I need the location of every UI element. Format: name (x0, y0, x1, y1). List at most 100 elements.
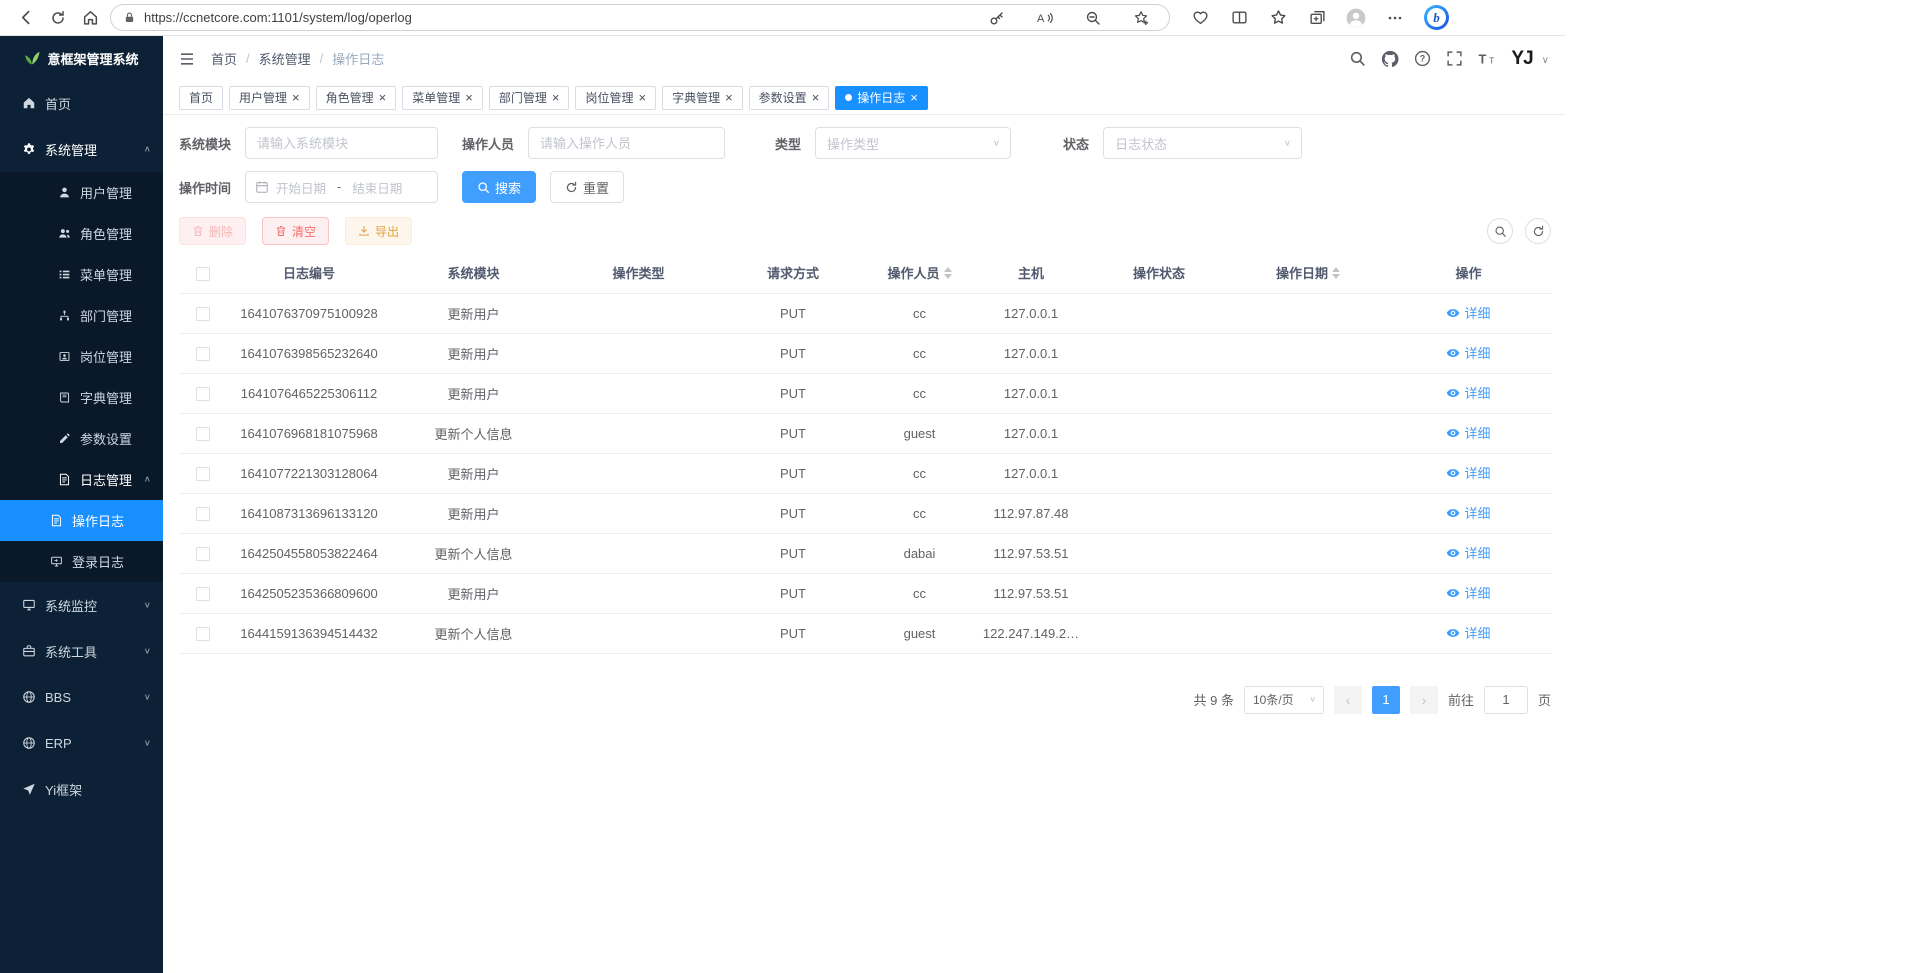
search-button[interactable]: 搜索 (462, 171, 536, 203)
date-range-picker[interactable]: 开始日期 - 结束日期 (245, 171, 438, 203)
collapse-menu-icon[interactable] (179, 51, 195, 67)
detail-link[interactable]: 详细 (1446, 543, 1490, 562)
url-text[interactable]: https://ccnetcore.com:1101/system/log/op… (144, 10, 981, 25)
refresh-icon[interactable] (42, 4, 74, 32)
row-checkbox[interactable] (196, 587, 210, 601)
detail-link[interactable]: 详细 (1446, 303, 1490, 322)
collections-icon[interactable] (1307, 4, 1327, 32)
tab[interactable]: 操作日志 × (835, 86, 928, 110)
detail-link[interactable]: 详细 (1446, 383, 1490, 402)
tab-close-icon[interactable]: × (812, 91, 820, 104)
sidebar-item-operation-log[interactable]: 操作日志 (0, 500, 163, 541)
tab-close-icon[interactable]: × (465, 91, 473, 104)
font-size-icon[interactable]: TT (1478, 50, 1496, 67)
row-checkbox[interactable] (196, 387, 210, 401)
tab[interactable]: 字典管理 × (662, 86, 743, 110)
sidebar-item-dict-mgmt[interactable]: 字典管理 (0, 377, 163, 418)
tab[interactable]: 部门管理 × (489, 86, 570, 110)
module-input[interactable] (257, 136, 426, 151)
help-icon[interactable]: ? (1414, 50, 1431, 67)
export-button[interactable]: 导出 (345, 217, 412, 245)
start-date-placeholder[interactable]: 开始日期 (276, 178, 326, 197)
sidebar-item-post-mgmt[interactable]: 岗位管理 (0, 336, 163, 377)
sidebar-item-log-mgmt[interactable]: 日志管理 ∧ (0, 459, 163, 500)
next-page-button[interactable]: › (1410, 686, 1438, 714)
github-icon[interactable] (1381, 50, 1399, 68)
column-header-operator[interactable]: 操作人员 (865, 253, 974, 293)
row-checkbox[interactable] (196, 307, 210, 321)
detail-link[interactable]: 详细 (1446, 463, 1490, 482)
split-screen-icon[interactable] (1229, 4, 1249, 32)
show-search-toggle-button[interactable] (1487, 218, 1513, 244)
tab[interactable]: 角色管理 × (316, 86, 397, 110)
tab[interactable]: 用户管理 × (229, 86, 310, 110)
sidebar-item-yi-framework[interactable]: Yi框架 (0, 766, 163, 812)
breadcrumb-system-mgmt[interactable]: 系统管理 (259, 49, 311, 68)
reset-button[interactable]: 重置 (550, 171, 624, 203)
back-icon[interactable] (10, 4, 42, 32)
browser-essentials-icon[interactable] (1190, 4, 1210, 32)
profile-avatar[interactable] (1346, 4, 1366, 32)
type-select[interactable]: 操作类型 ∨ (815, 127, 1011, 159)
tab-close-icon[interactable]: × (725, 91, 733, 104)
page-size-select[interactable]: 10条/页 ∨ (1244, 686, 1324, 714)
more-menu-icon[interactable] (1385, 4, 1405, 32)
tab[interactable]: 参数设置 × (749, 86, 830, 110)
bing-copilot-icon[interactable]: b (1424, 5, 1449, 30)
row-checkbox[interactable] (196, 507, 210, 521)
user-avatar[interactable]: YJ (1511, 48, 1532, 70)
select-all-checkbox[interactable] (196, 267, 210, 281)
detail-link[interactable]: 详细 (1446, 623, 1490, 642)
sidebar-item-system-mgmt[interactable]: 系统管理 ∧ (0, 126, 163, 172)
sidebar-item-erp[interactable]: ERP ∨ (0, 720, 163, 766)
row-checkbox[interactable] (196, 627, 210, 641)
home-icon[interactable] (74, 4, 106, 32)
sidebar-item-role-mgmt[interactable]: 角色管理 (0, 213, 163, 254)
sidebar-item-user-mgmt[interactable]: 用户管理 (0, 172, 163, 213)
tab-close-icon[interactable]: × (638, 91, 646, 104)
clear-button[interactable]: 清空 (262, 217, 329, 245)
chevron-down-icon[interactable]: ∨ (1542, 55, 1549, 70)
add-favorite-icon[interactable] (1125, 4, 1157, 32)
breadcrumb-home[interactable]: 首页 (211, 49, 237, 68)
sidebar-item-dept-mgmt[interactable]: 部门管理 (0, 295, 163, 336)
tab-close-icon[interactable]: × (379, 91, 387, 104)
sidebar-item-param-settings[interactable]: 参数设置 (0, 418, 163, 459)
tab[interactable]: 首页 × (179, 86, 223, 110)
row-checkbox[interactable] (196, 427, 210, 441)
detail-link[interactable]: 详细 (1446, 583, 1490, 602)
detail-link[interactable]: 详细 (1446, 503, 1490, 522)
sidebar-item-home[interactable]: 首页 (0, 80, 163, 126)
zoom-out-icon[interactable] (1077, 4, 1109, 32)
sidebar-item-menu-mgmt[interactable]: 菜单管理 (0, 254, 163, 295)
fullscreen-icon[interactable] (1446, 50, 1463, 67)
row-checkbox[interactable] (196, 467, 210, 481)
tab-close-icon[interactable]: × (292, 91, 300, 104)
detail-link[interactable]: 详细 (1446, 343, 1490, 362)
search-icon[interactable] (1349, 50, 1366, 67)
refresh-table-button[interactable] (1525, 218, 1551, 244)
goto-page-input[interactable] (1484, 686, 1528, 714)
sort-icon[interactable] (1332, 267, 1340, 279)
password-key-icon[interactable] (981, 4, 1013, 32)
tab[interactable]: 菜单管理 × (402, 86, 483, 110)
page-1-button[interactable]: 1 (1372, 686, 1400, 714)
detail-link[interactable]: 详细 (1446, 423, 1490, 442)
tab[interactable]: 岗位管理 × (575, 86, 656, 110)
delete-button[interactable]: 删除 (179, 217, 246, 245)
status-select[interactable]: 日志状态 ∨ (1103, 127, 1302, 159)
address-bar[interactable]: https://ccnetcore.com:1101/system/log/op… (110, 4, 1170, 31)
column-header-date[interactable]: 操作日期 (1230, 253, 1386, 293)
tab-close-icon[interactable]: × (552, 91, 560, 104)
favorites-icon[interactable] (1268, 4, 1288, 32)
sidebar-item-system-monitor[interactable]: 系统监控 ∨ (0, 582, 163, 628)
sidebar-item-login-log[interactable]: 登录日志 (0, 541, 163, 582)
row-checkbox[interactable] (196, 547, 210, 561)
tab-close-icon[interactable]: × (910, 91, 918, 104)
prev-page-button[interactable]: ‹ (1334, 686, 1362, 714)
sidebar-item-system-tools[interactable]: 系统工具 ∨ (0, 628, 163, 674)
operator-input[interactable] (540, 136, 713, 151)
end-date-placeholder[interactable]: 结束日期 (352, 178, 402, 197)
sort-icon[interactable] (944, 267, 952, 279)
sidebar-item-bbs[interactable]: BBS ∨ (0, 674, 163, 720)
